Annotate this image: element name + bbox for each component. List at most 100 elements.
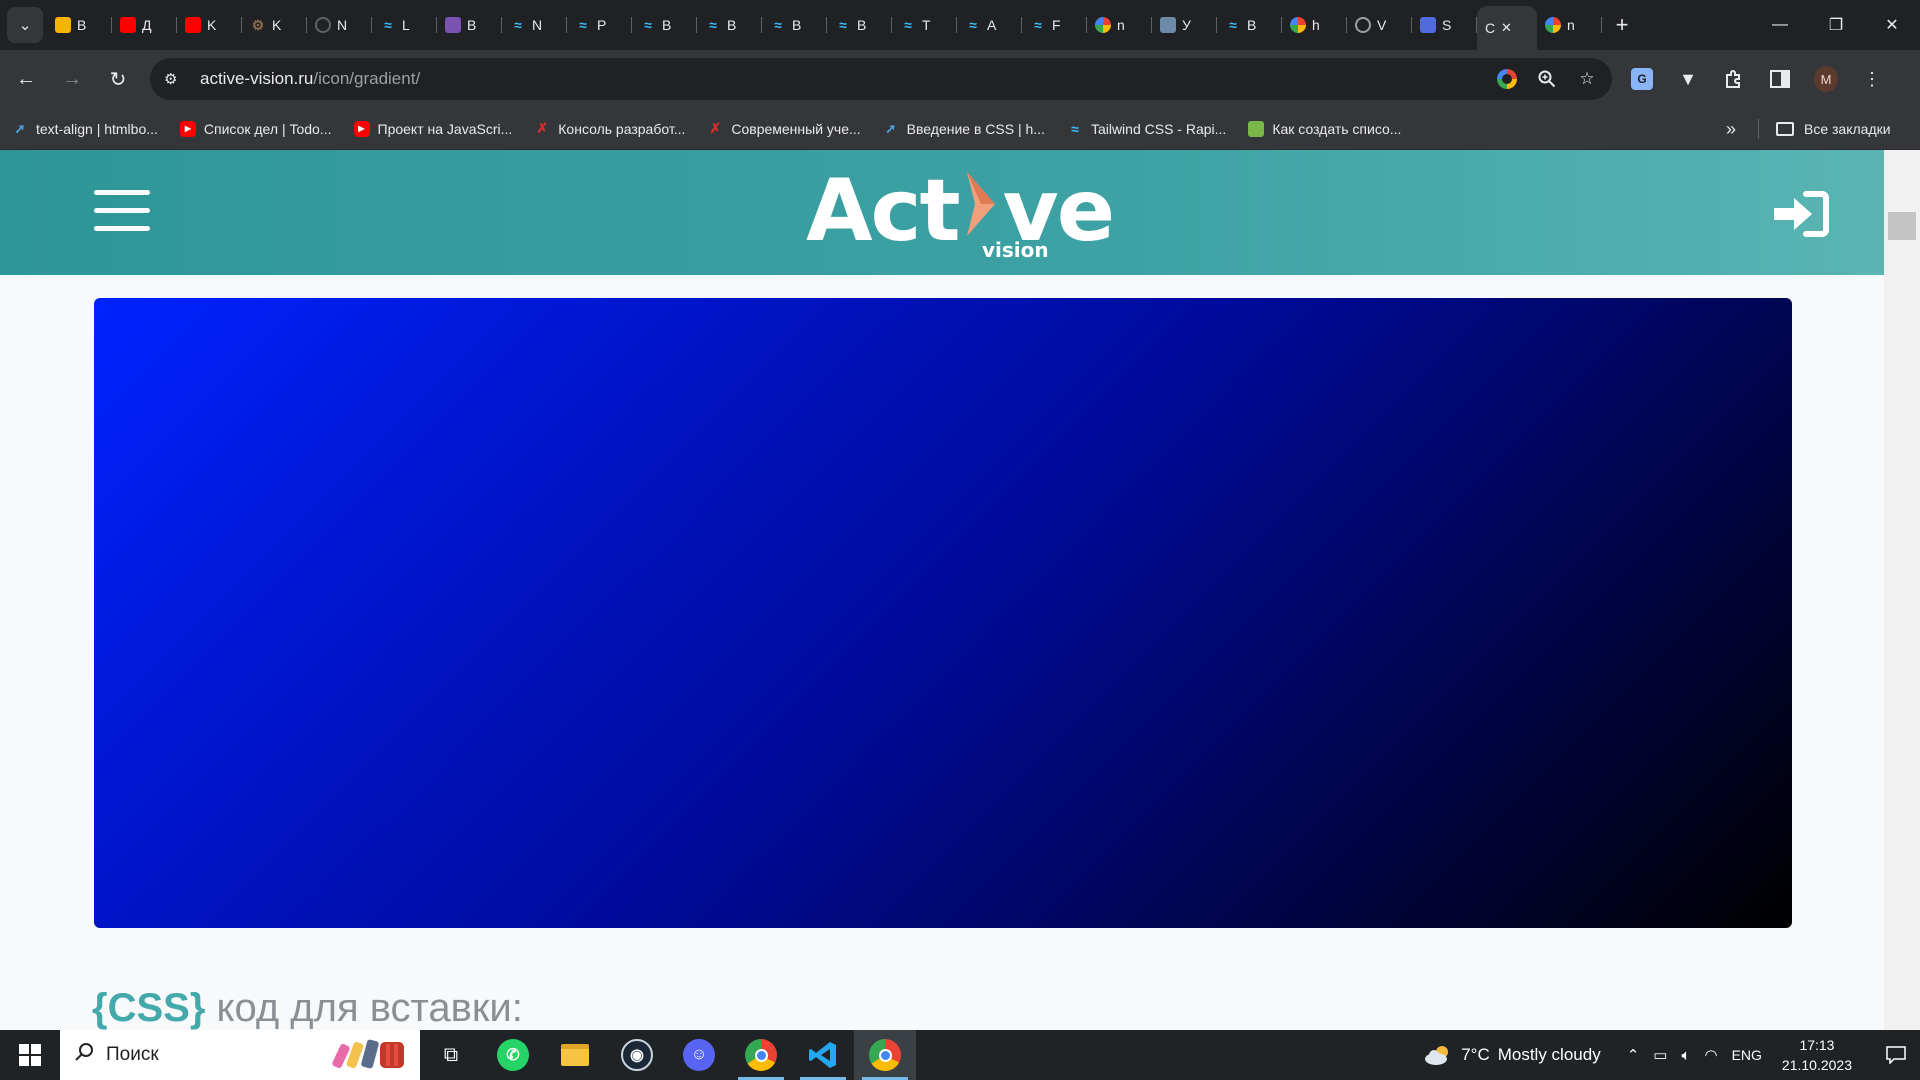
bookmark-item[interactable]: ➚ Введение в CSS | h... — [871, 114, 1055, 144]
side-panel-icon[interactable] — [1768, 67, 1792, 91]
restore-button[interactable]: ❐ — [1808, 0, 1864, 50]
google-lens-icon[interactable] — [1496, 68, 1518, 90]
javascript-info-icon: ✗ — [709, 120, 722, 136]
browser-tab[interactable]: ≈ F — [1022, 7, 1087, 43]
url-text[interactable]: active-vision.ru/icon/gradient/ — [200, 69, 420, 89]
tab-title: K — [272, 17, 282, 33]
vscode-icon — [809, 1042, 836, 1068]
tab-title: У — [1182, 17, 1191, 33]
chrome-profile-taskbar-button[interactable] — [854, 1030, 916, 1080]
browser-tab[interactable]: B — [47, 7, 112, 43]
extensions-puzzle-icon[interactable] — [1722, 67, 1746, 91]
browser-tab[interactable]: ⚙ K — [242, 7, 307, 43]
browser-tab[interactable]: ≈ B — [697, 7, 762, 43]
discord-taskbar-button[interactable]: ☺ — [668, 1030, 730, 1080]
site-logo[interactable]: Act ve vision — [806, 161, 1115, 266]
browser-toolbar: ← → ↻ ⚙ active-vision.ru/icon/gradient/ … — [0, 50, 1920, 108]
language-indicator[interactable]: ENG — [1732, 1047, 1762, 1063]
browser-tab[interactable]: B — [437, 7, 502, 43]
chrome-taskbar-button[interactable] — [730, 1030, 792, 1080]
start-button[interactable] — [0, 1030, 60, 1080]
browser-tab[interactable]: У — [1152, 7, 1217, 43]
bookmark-item[interactable]: Как создать списо... — [1236, 114, 1411, 144]
site-info-icon[interactable]: ⚙ — [164, 70, 188, 88]
close-tab-icon[interactable]: ✕ — [1501, 20, 1512, 36]
address-bar[interactable]: ⚙ active-vision.ru/icon/gradient/ ☆ — [150, 58, 1612, 100]
extensions-area: G ▼ M ⋮ — [1630, 58, 1884, 100]
volume-icon[interactable]: 🔈︎ — [1681, 1047, 1690, 1064]
bookmark-label: Проект на JavaScri... — [377, 120, 513, 137]
close-icon: ✕ — [1885, 17, 1899, 34]
browser-tab[interactable]: Д — [112, 7, 177, 43]
browser-tab[interactable]: ≈ P — [567, 7, 632, 43]
vue-devtools-icon[interactable]: ▼ — [1676, 67, 1700, 91]
menu-kebab-icon[interactable]: ⋮ — [1860, 67, 1884, 91]
tailwind-icon: ≈ — [644, 17, 652, 33]
tab-list: B Д K ⚙ K N ≈ L B ≈ N ≈ P ≈ B ≈ B ≈ B ≈ B ≈ T ≈ A ≈ Fn У ≈ Bh V S C ✕ n — [47, 0, 1602, 50]
browser-tab[interactable]: ≈ L — [372, 7, 437, 43]
wifi-icon[interactable]: ◠ — [1704, 1046, 1717, 1064]
browser-tab[interactable]: ≈ B — [1217, 7, 1282, 43]
all-bookmarks-button[interactable]: Все закладки — [1776, 114, 1891, 144]
bookmark-item[interactable]: ✗ Консоль разработ... — [522, 114, 695, 144]
browser-tab[interactable]: n — [1537, 7, 1602, 43]
file-explorer-taskbar-button[interactable] — [544, 1030, 606, 1080]
task-view-button[interactable]: ⧉ — [420, 1030, 482, 1080]
browser-tab[interactable]: ≈ B — [762, 7, 827, 43]
browser-tab[interactable]: n — [1087, 7, 1152, 43]
browser-tab[interactable]: K — [177, 7, 242, 43]
whatsapp-taskbar-button[interactable]: ✆ — [482, 1030, 544, 1080]
zoom-icon[interactable] — [1536, 68, 1558, 90]
steam-taskbar-button[interactable]: ◉ — [606, 1030, 668, 1080]
bookmark-item[interactable]: ≈ Tailwind CSS - Rapi... — [1055, 114, 1236, 144]
browser-tab[interactable]: S — [1412, 7, 1477, 43]
clock-time: 17:13 — [1799, 1037, 1835, 1053]
close-window-button[interactable]: ✕ — [1864, 0, 1920, 50]
bookmark-item[interactable]: ▶ Проект на JavaScri... — [342, 114, 523, 144]
taskbar-search[interactable]: Поиск — [60, 1030, 420, 1080]
tab-title: C — [1485, 20, 1495, 36]
scrollbar-thumb[interactable] — [1888, 212, 1916, 240]
vscode-taskbar-button[interactable] — [792, 1030, 854, 1080]
hamburger-menu-button[interactable] — [94, 190, 150, 234]
new-tab-button[interactable]: + — [1606, 9, 1638, 41]
profile-avatar[interactable]: M — [1814, 66, 1838, 92]
browser-tab[interactable]: ≈ T — [892, 7, 957, 43]
minimize-button[interactable]: — — [1752, 0, 1808, 50]
tab-title: L — [402, 17, 410, 33]
back-button[interactable]: ← — [6, 59, 46, 99]
browser-tab[interactable]: ≈ B — [827, 7, 892, 43]
bookmark-item[interactable]: ➚ text-align | htmlbo... — [0, 114, 168, 144]
browser-tab-active[interactable]: C ✕ — [1477, 6, 1537, 50]
tab-title: S — [1442, 17, 1452, 33]
browser-tab[interactable]: V — [1347, 7, 1412, 43]
page-scrollbar[interactable] — [1884, 150, 1920, 1030]
browser-tab[interactable]: h — [1282, 7, 1347, 43]
forward-button[interactable]: → — [52, 59, 92, 99]
all-bookmarks-label: Все закладки — [1804, 121, 1891, 137]
plus-icon: + — [1615, 12, 1629, 37]
login-icon[interactable] — [1772, 190, 1830, 238]
browser-tab[interactable]: ≈ A — [957, 7, 1022, 43]
more-bookmarks-button[interactable]: » — [1716, 114, 1746, 144]
reload-button[interactable]: ↻ — [98, 59, 138, 99]
translate-extension-icon[interactable]: G — [1630, 67, 1654, 91]
browser-tab[interactable]: N — [307, 7, 372, 43]
bookmark-item[interactable]: ▶ Список дел | Todo... — [168, 114, 342, 144]
bookmarks-bar: ➚ text-align | htmlbo... ▶ Список дел | Tod… — [0, 108, 1920, 150]
chevron-up-icon[interactable]: ⌃ — [1627, 1046, 1640, 1064]
task-view-icon: ⧉ — [443, 1043, 459, 1066]
bookmark-label: text-align | htmlbo... — [36, 120, 158, 137]
logo-text-left: Act — [806, 161, 961, 261]
star-bookmark-icon[interactable]: ☆ — [1576, 68, 1598, 90]
clock[interactable]: 17:13 21.10.2023 — [1782, 1035, 1852, 1075]
weather-widget[interactable]: 7°C Mostly cloudy — [1423, 1045, 1601, 1065]
bookmark-item[interactable]: ✗ Современный уче... — [695, 114, 870, 144]
notifications-button[interactable] — [1872, 1030, 1920, 1080]
battery-icon[interactable]: ▭ — [1653, 1046, 1667, 1064]
browser-tab[interactable]: ≈ B — [632, 7, 697, 43]
browser-tab[interactable]: ≈ N — [502, 7, 567, 43]
tab-title: P — [597, 17, 607, 33]
youtube-icon: ▶ — [353, 120, 370, 137]
tab-search-button[interactable]: ⌄ — [7, 7, 43, 43]
